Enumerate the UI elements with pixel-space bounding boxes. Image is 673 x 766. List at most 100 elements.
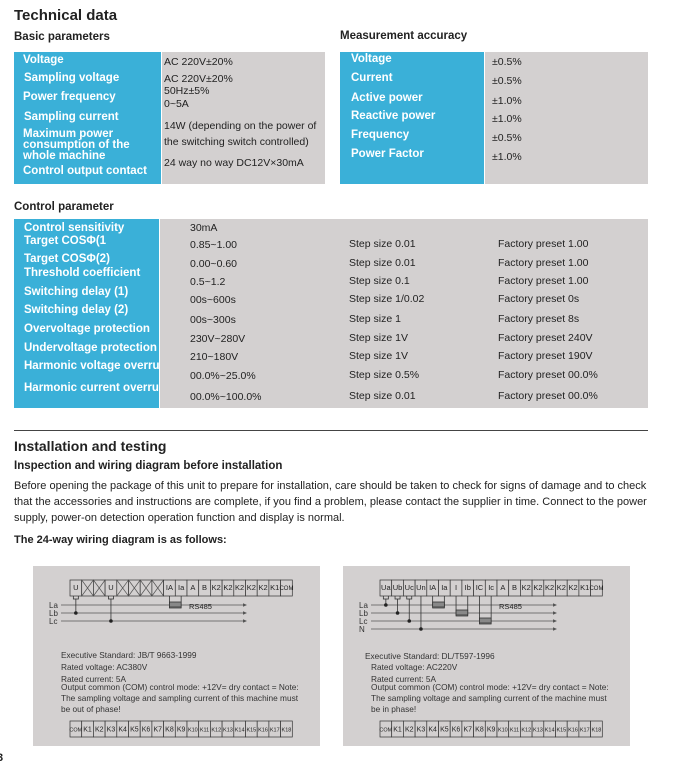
terminal-label: K2 [533,583,542,592]
terminal-label: Ic [488,583,494,592]
accuracy-label: Current [351,72,393,84]
terminal-label: A [190,583,195,592]
output-terminal-label: K7 [153,727,162,734]
wiring-diagram-in-phase: La Lb Lc N Ua Ub Uc Un IA Ia I Ib IC Ic A B K2 K2 K2 K2 K2 K1… [343,566,630,746]
terminal-label: Un [416,583,426,592]
control-range: 00s~300s [190,314,236,326]
page-number: 3 [0,752,4,764]
output-terminal-label: K10 [498,728,508,734]
diagram-note: Output common (COM) control mode: +12V= … [61,682,299,692]
diagram-note: The sampling voltage and sampling curren… [61,693,299,703]
terminal-label: Ia [178,583,185,592]
output-terminal-label: K8 [475,727,484,734]
control-range: 30mA [190,222,218,234]
basic-label: Sampling voltage [24,72,120,84]
terminal-label: COM [279,586,293,592]
basic-table: Voltage Sampling voltage Power frequency Sa… [14,52,325,184]
diagram-note: Rated voltage: AC380V [61,662,148,672]
install-subheading: Inspection and wiring diagram before ins… [14,460,283,472]
basic-value: 14W (depending on the power of [164,120,317,132]
output-terminal-label: K10 [188,728,198,734]
output-terminal-label: K9 [177,727,186,734]
basic-label: Voltage [23,54,64,66]
output-terminal-label: K16 [568,728,578,734]
phase-label: Lc [49,617,57,626]
diagram-note: Output common (COM) control mode: +12V= … [371,682,609,692]
control-step: Step size 1V [349,350,408,362]
control-preset: Factory preset 1.00 [498,238,589,250]
terminal-label: IC [476,583,484,592]
control-label: Target COSΦ(2) [24,253,110,265]
terminal-label: Ua [381,583,391,592]
terminal-label: COM [589,586,603,592]
control-label: Undervoltage protection [24,342,157,354]
control-range: 0.85~1.00 [190,239,238,251]
output-terminal-label: K4 [118,727,127,734]
control-range: 00.0%~25.0% [190,370,256,382]
basic-label: Power frequency [23,91,116,103]
control-label: Harmonic voltage overrun [24,360,167,372]
output-terminal-label: K5 [440,727,449,734]
control-label: Target COSΦ(1 [24,235,107,247]
output-terminal-label: K16 [258,728,268,734]
control-preset: Factory preset 00.0% [498,369,598,381]
output-terminal-label: K11 [510,728,519,734]
output-terminal-label: K2 [95,727,104,734]
control-table: Control sensitivity Target COSΦ(1 Target C… [14,219,648,408]
terminal-label: K2 [568,583,577,592]
control-preset: Factory preset 1.00 [498,257,589,269]
terminal-label: K2 [545,583,554,592]
control-step: Step size 0.01 [349,390,416,402]
diagram-note: be out of phase! [61,704,121,714]
output-terminal-label: K4 [428,727,437,734]
output-terminal-label: K9 [487,727,496,734]
control-step: Step size 1V [349,332,408,344]
output-terminal-label: K6 [452,727,461,734]
control-label: Overvoltage protection [24,323,150,335]
terminal-label: U [108,583,113,592]
rs485-label: RS485 [499,602,522,611]
control-label: Threshold coefficient [24,267,141,279]
accuracy-table: Voltage Current Active power Reactive power… [340,52,648,184]
basic-value: AC 220V±20% [164,73,233,85]
output-terminal-label: K14 [235,728,245,734]
basic-value: the switching switch controlled) [164,136,309,148]
accuracy-heading: Measurement accuracy [340,30,468,42]
terminal-label: B [512,583,517,592]
terminal-label: K2 [258,583,267,592]
output-terminal-label: K11 [200,728,209,734]
accuracy-label: Active power [351,92,423,104]
diagram-caption: The 24-way wiring diagram is as follows: [14,534,227,546]
basic-label: Sampling current [24,111,119,123]
output-terminal-label: K12 [211,728,221,734]
terminal-label: K2 [522,583,531,592]
basic-value: AC 220V±20% [164,56,233,68]
accuracy-label: Voltage [351,53,392,65]
output-terminal-label: K13 [223,728,233,734]
control-range: 00.0%~100.0% [190,391,262,403]
output-terminal-label: K8 [165,727,174,734]
control-preset: Factory preset 1.00 [498,275,589,287]
output-terminal-label: K1 [83,727,92,734]
control-heading: Control parameter [14,201,114,213]
output-terminal-label: K15 [556,728,566,734]
terminal-label: I [455,583,457,592]
basic-value: 0~5A [164,98,189,110]
control-label: Harmonic current overrun [24,382,166,394]
terminal-label: K2 [223,583,232,592]
accuracy-value: ±1.0% [492,151,522,163]
accuracy-label: Frequency [351,129,410,141]
terminal-label: K1 [580,583,589,592]
terminal-label: K1 [270,583,279,592]
terminal-label: K2 [247,583,256,592]
accuracy-value: ±0.5% [492,132,522,144]
terminal-label: U [73,583,78,592]
accuracy-value: ±1.0% [492,95,522,107]
terminal-label: K2 [557,583,566,592]
control-range: 00s~600s [190,294,236,306]
output-terminal-label: K17 [580,728,590,734]
output-terminal-label: K14 [545,728,555,734]
section-divider [14,430,648,431]
control-range: 0.5~1.2 [190,276,226,288]
output-terminal-label: K18 [282,728,292,734]
